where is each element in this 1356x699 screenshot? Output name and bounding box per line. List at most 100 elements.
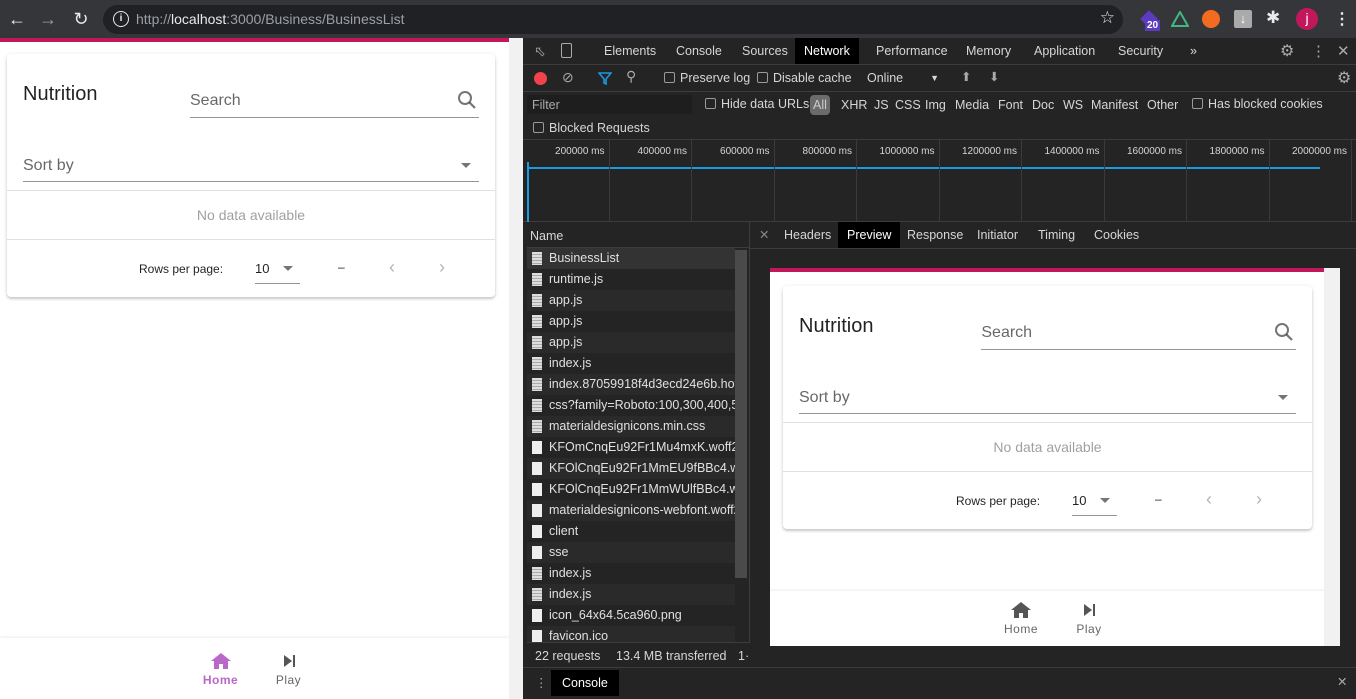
tab-cookies[interactable]: Cookies — [1085, 222, 1148, 248]
vue-devtools-icon[interactable] — [1171, 11, 1189, 27]
reload-button[interactable]: ↻ — [70, 9, 92, 30]
extension-lifebuoy-icon[interactable] — [1202, 10, 1220, 28]
request-row[interactable]: client — [527, 521, 735, 542]
filter-type-other[interactable]: Other — [1147, 98, 1178, 112]
close-detail-icon[interactable]: ✕ — [759, 227, 769, 242]
search-icon[interactable]: ⚲ — [626, 68, 636, 85]
tab-memory[interactable]: Memory — [957, 38, 1020, 64]
filter-type-ws[interactable]: WS — [1063, 98, 1083, 112]
devtools-menu-icon[interactable]: ⋮ — [1311, 42, 1326, 60]
rows-per-page-select[interactable]: 10 — [1072, 486, 1117, 516]
filter-type-manifest[interactable]: Manifest — [1091, 98, 1138, 112]
filter-type-xhr[interactable]: XHR — [841, 98, 867, 112]
tab-preview[interactable]: Preview — [838, 222, 901, 248]
record-icon[interactable] — [534, 72, 547, 85]
settings-gear-icon[interactable]: ⚙ — [1280, 41, 1294, 61]
search-input[interactable]: Search — [981, 314, 1296, 350]
export-har-icon[interactable]: ⬇ — [989, 69, 999, 84]
tab-elements[interactable]: Elements — [595, 38, 665, 64]
sort-by-select[interactable]: Sort by — [23, 146, 479, 182]
tab-network[interactable]: Network — [795, 38, 859, 64]
name-column-header[interactable]: Name — [527, 222, 750, 248]
blocked-requests-checkbox[interactable]: Blocked Requests — [533, 121, 650, 135]
drawer-menu-icon[interactable]: ⋮ — [535, 675, 548, 690]
prev-page-button[interactable]: ‹ — [389, 257, 395, 278]
request-row[interactable]: sse — [527, 542, 735, 563]
request-row[interactable]: KFOmCnqEu92Fr1Mu4mxK.woff2 — [527, 437, 735, 458]
request-row[interactable]: index.87059918f4d3ecd24e6b.hot-... — [527, 374, 735, 395]
request-row[interactable]: KFOlCnqEu92Fr1MmWUlfBBc4.woff2 — [527, 479, 735, 500]
prev-page-button[interactable]: ‹ — [1206, 489, 1212, 510]
search-input[interactable]: Search — [190, 82, 479, 118]
request-row[interactable]: css?family=Roboto:100,300,400,50... — [527, 395, 735, 416]
tab-sources[interactable]: Sources — [733, 38, 797, 64]
bookmark-star-icon[interactable]: ☆ — [1100, 8, 1115, 28]
nav-home[interactable]: Home — [201, 638, 241, 699]
next-page-button[interactable]: › — [1256, 489, 1262, 510]
address-bar[interactable]: i http://localhost:3000/Business/Busines… — [103, 5, 1123, 34]
request-row[interactable]: app.js — [527, 332, 735, 353]
rows-per-page-select[interactable]: 10 — [255, 254, 300, 284]
request-row[interactable]: index.js — [527, 584, 735, 605]
profile-avatar[interactable]: j — [1296, 8, 1318, 30]
filter-input[interactable]: Filter — [527, 95, 692, 114]
import-har-icon[interactable]: ⬆ — [961, 69, 971, 84]
request-row[interactable]: icon_64x64.5ca960.png — [527, 605, 735, 626]
tab-initiator[interactable]: Initiator — [968, 222, 1027, 248]
request-row[interactable]: materialdesignicons.min.css — [527, 416, 735, 437]
has-blocked-cookies-checkbox[interactable]: Has blocked cookies — [1192, 97, 1323, 111]
more-tabs-button[interactable]: » — [1181, 38, 1206, 64]
filter-type-media[interactable]: Media — [955, 98, 989, 112]
page-scrollbar[interactable] — [509, 38, 523, 699]
filter-type-js[interactable]: JS — [874, 98, 889, 112]
network-overview-timeline[interactable]: 200000 ms 400000 ms 600000 ms 800000 ms 1000… — [523, 140, 1356, 222]
request-list-scrollbar[interactable] — [735, 250, 747, 578]
forward-button[interactable]: → — [37, 9, 59, 30]
inspect-element-icon[interactable]: ⬁ — [534, 43, 546, 60]
request-row[interactable]: index.js — [527, 353, 735, 374]
disable-cache-checkbox[interactable]: Disable cache — [757, 71, 852, 85]
request-row[interactable]: BusinessList — [527, 248, 735, 269]
request-row[interactable]: index.js — [527, 563, 735, 584]
close-drawer-icon[interactable]: ✕ — [1337, 674, 1347, 689]
nav-play[interactable]: Play — [269, 638, 309, 699]
sort-by-select[interactable]: Sort by — [799, 378, 1296, 414]
throttling-select[interactable]: Online ▼ — [867, 71, 939, 85]
request-row[interactable]: app.js — [527, 311, 735, 332]
download-extension-icon[interactable]: ↓ — [1234, 10, 1252, 28]
back-button[interactable]: ← — [6, 9, 28, 30]
close-devtools-icon[interactable]: ✕ — [1337, 42, 1350, 60]
extensions-puzzle-icon[interactable]: ✱ — [1266, 8, 1280, 28]
search-icon[interactable] — [1274, 322, 1294, 342]
filter-type-doc[interactable]: Doc — [1032, 98, 1054, 112]
filter-type-css[interactable]: CSS — [895, 98, 921, 112]
nav-home[interactable]: Home — [1001, 591, 1041, 646]
next-page-button[interactable]: › — [439, 257, 445, 278]
search-icon[interactable] — [457, 90, 477, 110]
drawer-tab-console[interactable]: Console — [551, 670, 619, 696]
tab-response[interactable]: Response — [898, 222, 972, 248]
filter-type-font[interactable]: Font — [998, 98, 1023, 112]
preserve-log-checkbox[interactable]: Preserve log — [664, 71, 750, 85]
preview-scrollbar[interactable] — [1324, 268, 1340, 646]
chrome-menu-icon[interactable]: ⋮ — [1334, 9, 1350, 29]
request-row[interactable]: materialdesignicons-webfont.woff2 — [527, 500, 735, 521]
network-settings-icon[interactable]: ⚙ — [1337, 68, 1351, 88]
filter-type-img[interactable]: Img — [925, 98, 946, 112]
device-toggle-icon[interactable] — [561, 43, 572, 58]
tab-application[interactable]: Application — [1025, 38, 1104, 64]
request-row[interactable]: KFOlCnqEu92Fr1MmEU9fBBc4.woff2 — [527, 458, 735, 479]
request-row[interactable]: app.js — [527, 290, 735, 311]
clear-icon[interactable]: ⊘ — [562, 69, 574, 86]
filter-type-all[interactable]: All — [810, 95, 830, 115]
info-icon[interactable]: i — [113, 11, 129, 27]
request-row[interactable]: runtime.js — [527, 269, 735, 290]
tab-timing[interactable]: Timing — [1029, 222, 1084, 248]
tab-performance[interactable]: Performance — [867, 38, 957, 64]
nav-play[interactable]: Play — [1069, 591, 1109, 646]
tab-security[interactable]: Security — [1109, 38, 1172, 64]
filter-icon[interactable] — [598, 72, 612, 85]
hide-data-urls-checkbox[interactable]: Hide data URLs — [705, 97, 809, 111]
tab-headers[interactable]: Headers — [775, 222, 840, 248]
tab-console[interactable]: Console — [667, 38, 731, 64]
